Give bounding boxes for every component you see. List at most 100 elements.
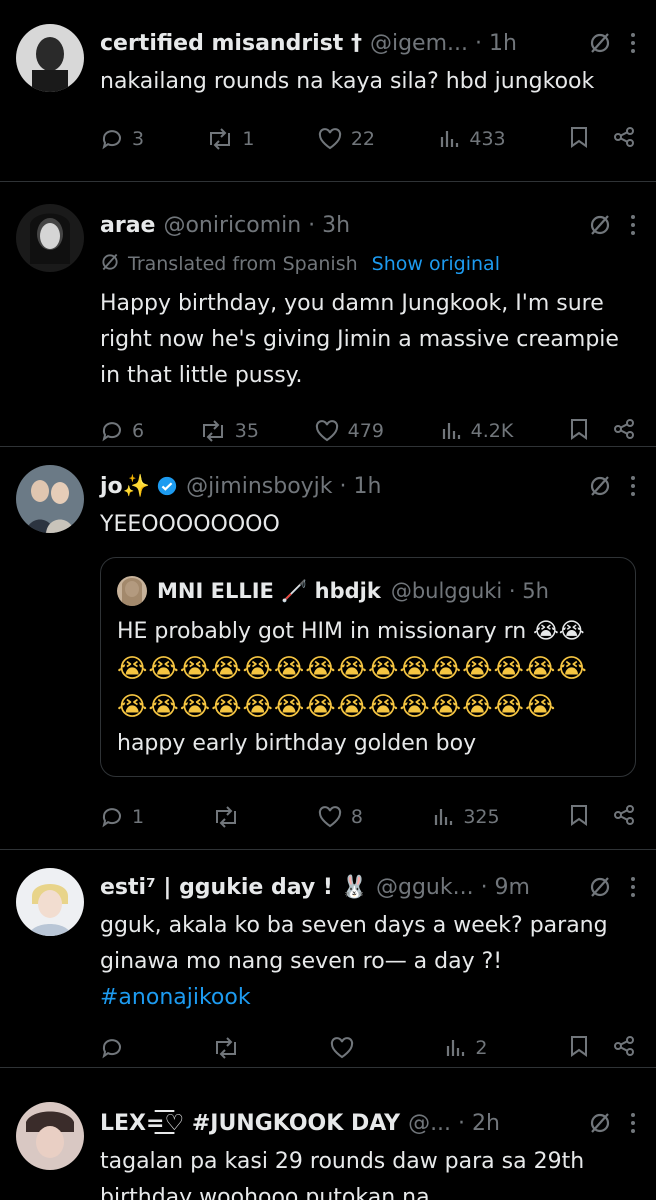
translate-icon: [100, 252, 120, 277]
quoted-handle-time: @bulgguki · 5h: [390, 579, 549, 603]
tweet[interactable]: esti⁷ | ggukie day ! 🐰 @gguk... · 9m ggu…: [0, 850, 656, 1068]
more-icon[interactable]: [630, 1111, 636, 1135]
like-button[interactable]: [329, 1036, 363, 1060]
display-name[interactable]: esti⁷ | ggukie day ! 🐰: [100, 875, 368, 900]
views-button[interactable]: 433: [437, 127, 506, 151]
reply-icon: [100, 1036, 124, 1060]
tweet-header: jo✨ @jiminsboyjk · 1h: [100, 465, 636, 507]
translated-label: Translated from Spanish: [128, 253, 358, 275]
grok-icon[interactable]: [588, 31, 612, 55]
quoted-emoji-row: 😭😭😭😭😭😭😭😭😭😭😭😭😭😭😭: [117, 654, 588, 684]
avatar[interactable]: [16, 868, 84, 936]
retweet-icon: [206, 127, 234, 151]
handle-time[interactable]: @oniricomin · 3h: [163, 213, 350, 238]
tweet[interactable]: arae @oniricomin · 3h Translated from Sp…: [0, 182, 656, 447]
share-icon[interactable]: [612, 417, 636, 446]
action-bar: 3 1 22 433: [100, 100, 636, 178]
views-count: 2: [475, 1037, 488, 1059]
grok-icon[interactable]: [588, 213, 612, 237]
more-icon[interactable]: [630, 213, 636, 237]
quoted-tweet-header: MNI ELLIE 🦯 hbdjk @bulgguki · 5h: [117, 572, 619, 610]
share-icon[interactable]: [612, 803, 636, 832]
handle-time[interactable]: @jiminsboyjk · 1h: [186, 474, 381, 499]
like-count: 8: [350, 806, 363, 828]
retweet-button[interactable]: [212, 1036, 248, 1060]
views-button[interactable]: 2: [443, 1036, 488, 1060]
more-icon[interactable]: [630, 875, 636, 899]
tweet-text: gguk, akala ko ba seven days a week? par…: [100, 913, 615, 974]
quoted-text: happy early birthday golden boy: [117, 731, 477, 756]
views-count: 4.2K: [470, 420, 514, 442]
reply-icon: [100, 805, 124, 829]
handle-time[interactable]: @... · 2h: [408, 1111, 500, 1136]
retweet-icon: [212, 805, 240, 829]
tweet[interactable]: LEX=͟͟͞♡ #JUNGKOOK DAY @... · 2h tagalan…: [0, 1068, 656, 1200]
handle-time[interactable]: @gguk... · 9m: [376, 875, 530, 900]
retweet-button[interactable]: 35: [199, 419, 259, 443]
quoted-tweet[interactable]: MNI ELLIE 🦯 hbdjk @bulgguki · 5h HE prob…: [100, 557, 636, 777]
share-icon[interactable]: [612, 125, 636, 154]
timeline-feed: certified misandrist † @igem... · 1h nak…: [0, 0, 656, 1200]
tweet[interactable]: jo✨ @jiminsboyjk · 1h YEEOOOOOOOO MNI EL…: [0, 447, 656, 850]
bookmark-icon[interactable]: [568, 803, 590, 832]
views-button[interactable]: 4.2K: [439, 419, 514, 443]
tweet-header: arae @oniricomin · 3h: [100, 204, 636, 246]
like-button[interactable]: 22: [317, 127, 375, 151]
more-icon[interactable]: [630, 31, 636, 55]
tweet-header: LEX=͟͟͞♡ #JUNGKOOK DAY @... · 2h: [100, 1102, 636, 1144]
display-name[interactable]: LEX=͟͟͞♡ #JUNGKOOK DAY: [100, 1111, 400, 1136]
display-name[interactable]: certified misandrist †: [100, 31, 362, 56]
reply-button[interactable]: 6: [100, 419, 144, 443]
views-icon: [437, 127, 461, 151]
bookmark-icon[interactable]: [568, 125, 590, 154]
views-button[interactable]: 325: [431, 805, 500, 829]
display-name[interactable]: arae: [100, 213, 155, 238]
like-count: 22: [350, 128, 376, 150]
reply-icon: [100, 127, 124, 151]
reply-button[interactable]: 3: [100, 127, 144, 151]
like-count: 479: [347, 420, 384, 442]
views-icon: [439, 419, 463, 443]
tweet-text: nakailang rounds na kaya sila? hbd jungk…: [100, 69, 595, 94]
reply-button[interactable]: [100, 1036, 132, 1060]
tweet[interactable]: certified misandrist † @igem... · 1h nak…: [0, 0, 656, 182]
reply-count: 6: [132, 420, 145, 442]
reply-button[interactable]: 1: [100, 805, 144, 829]
retweet-button[interactable]: 1: [206, 127, 255, 151]
share-icon[interactable]: [612, 1034, 636, 1063]
tweet-text: tagalan pa kasi 29 rounds daw para sa 29…: [100, 1149, 592, 1200]
bookmark-icon[interactable]: [568, 1034, 590, 1063]
display-name[interactable]: jo✨: [100, 474, 150, 499]
action-bar: 1 8 325: [100, 777, 636, 857]
avatar[interactable]: [16, 1102, 84, 1170]
translation-notice: Translated from Spanish Show original: [100, 246, 636, 282]
retweet-icon: [212, 1036, 240, 1060]
like-button[interactable]: 479: [314, 419, 384, 443]
retweet-count: 35: [234, 420, 259, 442]
more-icon[interactable]: [630, 474, 636, 498]
hashtag-link[interactable]: #anonajikook: [100, 980, 636, 1016]
quoted-avatar: [117, 576, 147, 606]
heart-icon: [314, 419, 340, 443]
heart-icon: [317, 127, 343, 151]
bookmark-icon[interactable]: [568, 417, 590, 446]
heart-icon: [317, 805, 343, 829]
retweet-icon: [199, 419, 227, 443]
grok-icon[interactable]: [588, 474, 612, 498]
views-icon: [443, 1036, 467, 1060]
reply-count: 1: [132, 806, 145, 828]
like-button[interactable]: 8: [317, 805, 363, 829]
avatar[interactable]: [16, 465, 84, 533]
show-original-link[interactable]: Show original: [372, 253, 500, 275]
quoted-emoji-row: 😭😭😭😭😭😭😭😭😭😭😭😭😭😭: [117, 692, 557, 722]
grok-icon[interactable]: [588, 875, 612, 899]
avatar[interactable]: [16, 24, 84, 92]
handle-time[interactable]: @igem... · 1h: [370, 31, 517, 56]
reply-count: 3: [132, 128, 145, 150]
verified-badge-icon: [156, 475, 178, 497]
grok-icon[interactable]: [588, 1111, 612, 1135]
retweet-count: 1: [242, 128, 255, 150]
tweet-text: Happy birthday, you damn Jungkook, I'm s…: [100, 291, 626, 388]
avatar[interactable]: [16, 204, 84, 272]
retweet-button[interactable]: [212, 805, 248, 829]
